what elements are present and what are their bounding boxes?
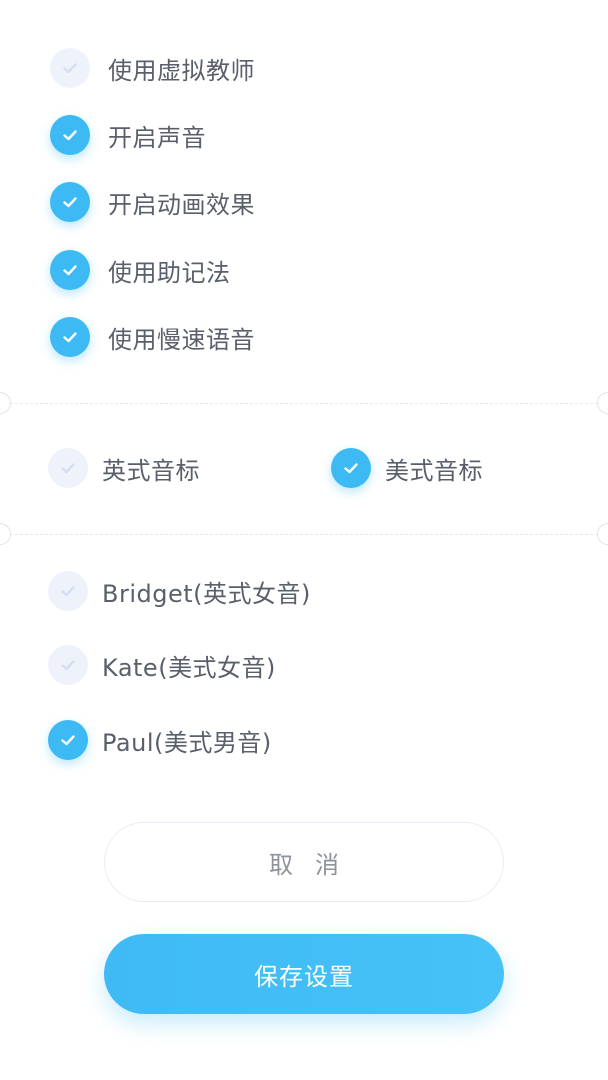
option-label: Kate(美式女音) — [102, 653, 276, 682]
divider-notch-left — [0, 523, 11, 545]
option-virtual-teacher[interactable]: 使用虚拟教师 — [50, 48, 255, 88]
checkbox-mnemonic[interactable] — [50, 250, 90, 290]
checkmark-icon — [344, 463, 358, 474]
option-label: 开启动画效果 — [108, 190, 255, 219]
checkbox-sound[interactable] — [50, 115, 90, 155]
option-label: Paul(美式男音) — [102, 728, 272, 757]
option-label: 使用助记法 — [108, 258, 231, 287]
radio-american-phonetic[interactable] — [331, 448, 371, 488]
divider-notch-right — [597, 523, 608, 545]
section-divider — [0, 534, 608, 535]
checkmark-icon — [63, 332, 77, 343]
option-voice-bridget[interactable]: Bridget(英式女音) — [48, 571, 311, 611]
option-british-phonetic[interactable]: 英式音标 — [48, 448, 200, 488]
checkmark-icon — [61, 735, 75, 746]
cancel-button[interactable]: 取消 — [104, 822, 504, 902]
option-slow-voice[interactable]: 使用慢速语音 — [50, 317, 255, 357]
option-animation[interactable]: 开启动画效果 — [50, 182, 255, 222]
checkmark-icon — [61, 586, 75, 597]
option-american-phonetic[interactable]: 美式音标 — [331, 448, 483, 488]
divider-notch-left — [0, 392, 11, 414]
checkmark-icon — [63, 130, 77, 141]
radio-voice-bridget[interactable] — [48, 571, 88, 611]
checkbox-animation[interactable] — [50, 182, 90, 222]
option-voice-kate[interactable]: Kate(美式女音) — [48, 645, 276, 685]
save-settings-button[interactable]: 保存设置 — [104, 934, 504, 1014]
checkbox-virtual-teacher[interactable] — [50, 48, 90, 88]
option-voice-paul[interactable]: Paul(美式男音) — [48, 720, 272, 760]
option-label: 使用虚拟教师 — [108, 56, 255, 85]
option-mnemonic[interactable]: 使用助记法 — [50, 250, 231, 290]
radio-voice-paul[interactable] — [48, 720, 88, 760]
divider-notch-right — [597, 392, 608, 414]
option-label: 美式音标 — [385, 456, 483, 485]
checkmark-icon — [61, 660, 75, 671]
option-label: 使用慢速语音 — [108, 325, 255, 354]
checkmark-icon — [63, 197, 77, 208]
radio-voice-kate[interactable] — [48, 645, 88, 685]
checkbox-slow-voice[interactable] — [50, 317, 90, 357]
section-divider — [0, 403, 608, 404]
checkmark-icon — [63, 63, 77, 74]
checkmark-icon — [63, 265, 77, 276]
option-sound[interactable]: 开启声音 — [50, 115, 206, 155]
checkmark-icon — [61, 463, 75, 474]
option-label: Bridget(英式女音) — [102, 579, 311, 608]
radio-british-phonetic[interactable] — [48, 448, 88, 488]
option-label: 开启声音 — [108, 123, 206, 152]
option-label: 英式音标 — [102, 456, 200, 485]
